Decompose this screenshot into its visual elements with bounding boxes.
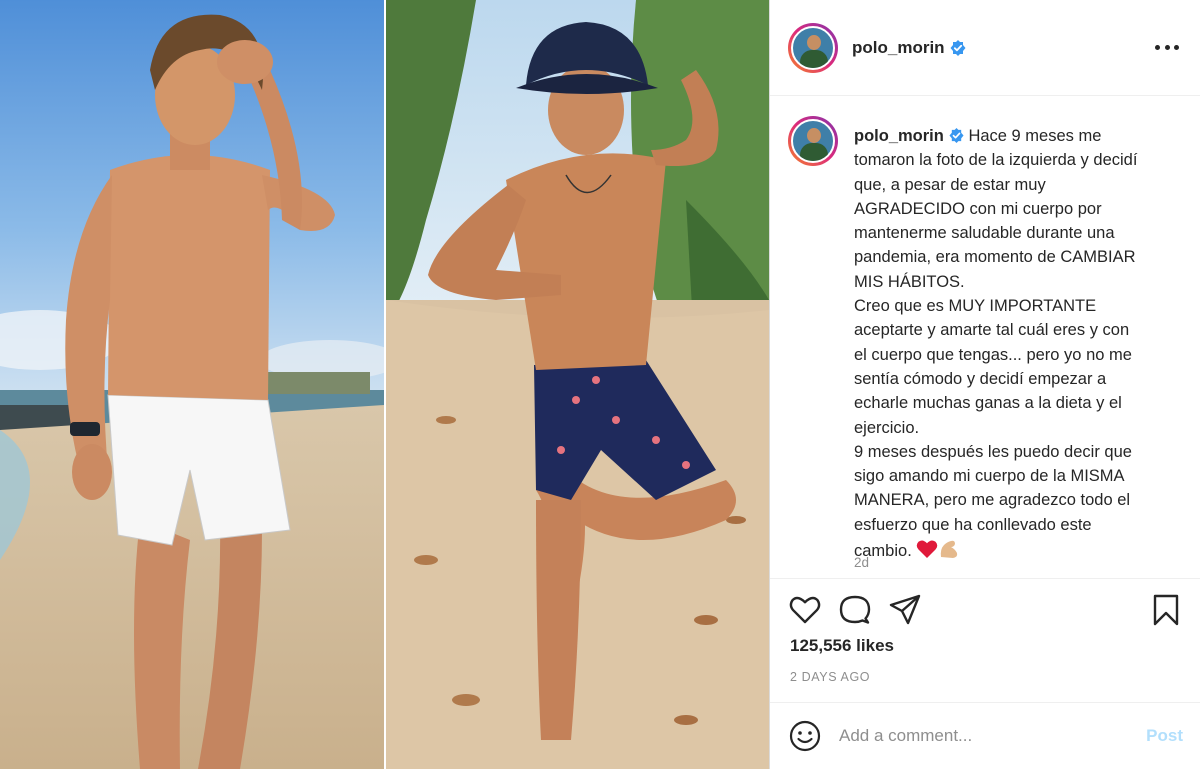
likes-count[interactable]: 125,556 likes [790,636,894,656]
comment-bar: Post [770,702,1200,769]
post-image[interactable] [0,0,769,769]
caption-line: echarle muchas ganas a la dieta y el [854,394,1122,413]
caption-line: Hace 9 meses me [968,127,1102,145]
bookmark-icon[interactable] [1149,593,1183,627]
comment-input[interactable] [839,726,1129,746]
caption-line: AGRADECIDO con mi cuerpo por [854,199,1102,218]
caption-line: esfuerzo que ha conllevado este [854,515,1092,534]
post-actions: 125,556 likes 2 DAYS AGO [770,578,1200,718]
caption-line: aceptarte y amarte tal cuál eres y con [854,321,1130,340]
header-username[interactable]: polo_morin [852,38,945,58]
more-options-icon[interactable] [1155,38,1179,56]
avatar[interactable] [788,22,838,73]
share-icon[interactable] [888,593,922,627]
caption-line: sentía cómodo y decidí empezar a [854,369,1107,388]
comment-icon[interactable] [838,593,872,627]
caption-line: MIS HÁBITOS. [854,272,965,291]
after-photo-illustration [386,0,769,769]
post-side-panel: polo_morin polo_morin Hace 9 meses me to… [769,0,1200,769]
caption-line: ejercicio. [854,418,920,437]
caption-line: tomaron la foto de la izquierda y decidí [854,151,1138,170]
before-photo [0,0,384,769]
emoji-icon[interactable] [788,719,822,753]
post-header: polo_morin [770,0,1200,96]
caption-area: polo_morin Hace 9 meses me tomaron la fo… [770,96,1200,578]
caption-line: que, a pesar de estar muy [854,175,1046,194]
caption-line: el cuerpo que tengas... pero yo no me [854,345,1132,364]
heart-icon[interactable] [788,593,822,627]
caption-line: 9 meses después les puedo decir que [854,442,1132,461]
caption-username[interactable]: polo_morin [854,127,944,145]
flexed-biceps-emoji [941,540,958,559]
caption-line: MANERA, pero me agradezco todo el [854,491,1131,510]
heart-emoji [917,540,938,559]
post-date[interactable]: 2 DAYS AGO [790,670,870,684]
caption-timestamp: 2d [854,555,870,570]
caption-text: polo_morin Hace 9 meses me tomaron la fo… [854,124,1186,563]
verified-badge-icon [949,128,964,143]
verified-badge-icon [950,39,966,56]
caption-line: Creo que es MUY IMPORTANTE [854,297,1097,316]
after-photo [386,0,769,769]
caption-line: pandemia, era momento de CAMBIAR [854,248,1136,267]
caption-avatar[interactable] [788,116,838,166]
before-photo-illustration [0,0,384,769]
caption-line: sigo amando mi cuerpo de la MISMA [854,467,1125,486]
post-button[interactable]: Post [1146,726,1183,746]
caption-line: mantenerme saludable durante una [854,224,1115,243]
